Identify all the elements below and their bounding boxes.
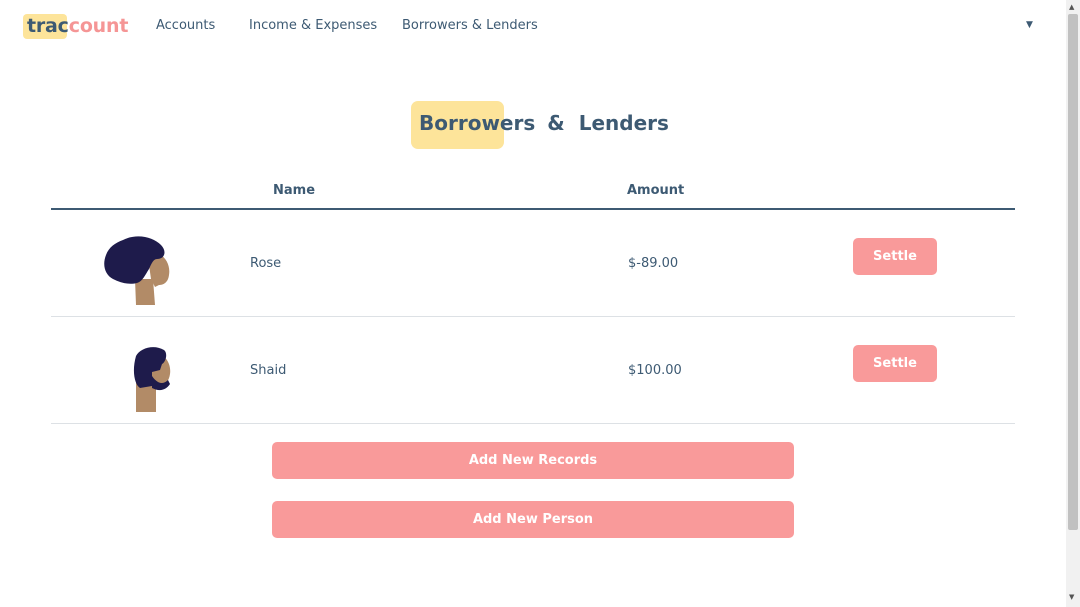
logo-text: traccount <box>23 15 128 37</box>
column-header-name: Name <box>273 183 316 198</box>
title-lenders: Lenders <box>578 111 669 135</box>
title-ampersand: & <box>547 111 565 135</box>
settle-button[interactable]: Settle <box>853 345 937 382</box>
woman-avatar-icon <box>104 236 170 305</box>
scrollbar-thumb[interactable] <box>1068 14 1078 530</box>
settle-button[interactable]: Settle <box>853 238 937 275</box>
scroll-down-arrow-icon[interactable]: ▼ <box>1069 593 1074 601</box>
title-borrowers: Borrowers <box>419 111 536 135</box>
add-new-records-button[interactable]: Add New Records <box>272 442 794 479</box>
row-amount: $100.00 <box>628 363 682 378</box>
scrollbar[interactable]: ▲ ▼ <box>1066 0 1080 607</box>
navbar: traccount Accounts Income & Expenses Bor… <box>0 0 1066 54</box>
row-amount: $-89.00 <box>628 256 679 271</box>
caret-down-icon[interactable]: ▼ <box>1026 20 1033 30</box>
scroll-up-arrow-icon[interactable]: ▲ <box>1069 3 1074 11</box>
logo[interactable]: traccount <box>23 14 128 39</box>
nav-link-borrowers-lenders[interactable]: Borrowers & Lenders <box>402 18 538 33</box>
logo-part-trac: trac <box>27 15 69 37</box>
page-title: Borrowers & Lenders <box>411 101 669 149</box>
add-new-person-button[interactable]: Add New Person <box>272 501 794 538</box>
nav-link-accounts[interactable]: Accounts <box>156 18 215 33</box>
man-avatar-icon <box>133 347 171 412</box>
row-name: Rose <box>250 256 282 271</box>
column-header-amount: Amount <box>627 183 685 198</box>
nav-link-income-expenses[interactable]: Income & Expenses <box>249 18 377 33</box>
logo-part-count: count <box>68 15 129 37</box>
row-name: Shaid <box>250 363 287 378</box>
table-row: Shaid $100.00 Settle <box>51 317 1015 424</box>
table-row: Rose $-89.00 Settle <box>51 210 1015 317</box>
